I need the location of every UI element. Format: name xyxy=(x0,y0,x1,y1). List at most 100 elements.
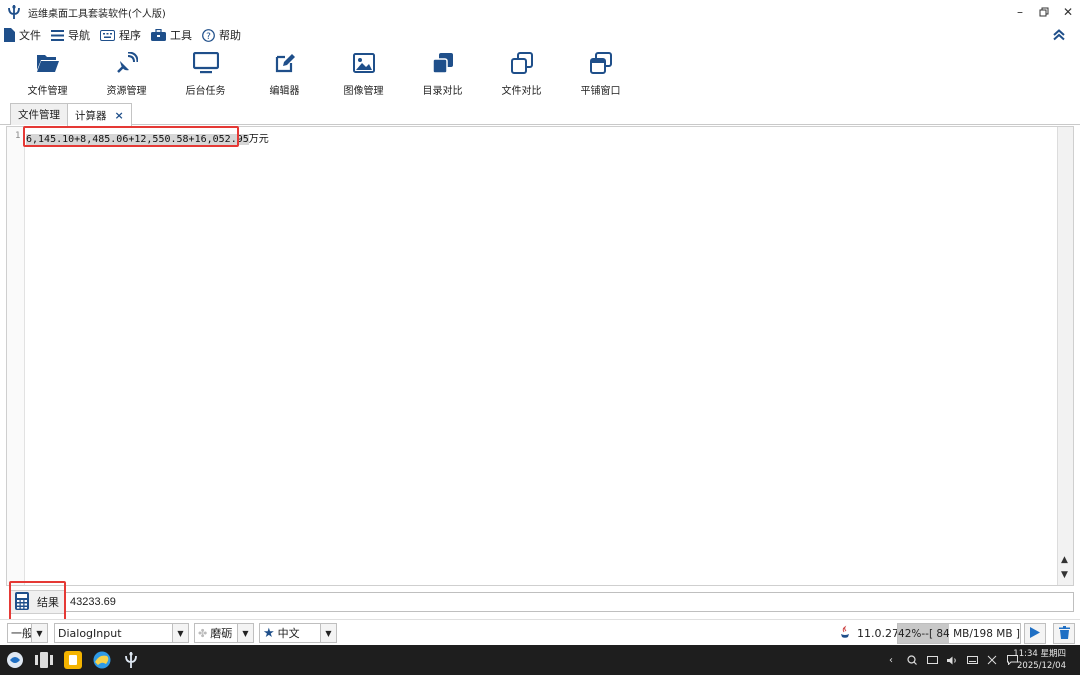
scroll-up-icon[interactable]: ▲ xyxy=(1061,555,1068,565)
theme-select[interactable]: ✤ 磨砺 ▼ xyxy=(194,623,254,643)
trash-icon xyxy=(1058,625,1070,642)
svg-text:?: ? xyxy=(206,31,211,41)
menu-file[interactable]: 文件 xyxy=(4,27,41,43)
help-icon: ? xyxy=(202,28,215,42)
clear-button[interactable] xyxy=(1053,623,1075,644)
line-number-gutter: 1 xyxy=(7,127,25,585)
tab-file-manager[interactable]: 文件管理 xyxy=(10,103,68,125)
font-select-value: DialogInput xyxy=(58,626,122,640)
expression-highlight-box xyxy=(23,126,239,147)
memory-usage-bar[interactable]: 42%--[ 84 MB/198 MB ] xyxy=(897,623,1021,644)
style-select-value: 一般 xyxy=(11,627,31,640)
chevron-down-icon[interactable]: ▼ xyxy=(31,624,47,642)
menu-help-label: 帮助 xyxy=(219,29,241,42)
app-logo-icon[interactable] xyxy=(122,651,140,669)
toolbar-image-manager-label: 图像管理 xyxy=(343,86,384,97)
volume-icon[interactable] xyxy=(945,653,959,667)
task-view-icon[interactable] xyxy=(35,651,53,669)
monitor-icon xyxy=(192,51,219,75)
result-highlight-box xyxy=(9,581,66,621)
calculator-editor[interactable]: 1 6,145.10+8,485.06+12,550.58+16,052.95万… xyxy=(6,126,1074,586)
scroll-down-icon[interactable]: ▼ xyxy=(1061,570,1068,580)
menu-tools[interactable]: 工具 xyxy=(151,27,192,43)
menu-program[interactable]: 程序 xyxy=(100,27,141,43)
run-button[interactable] xyxy=(1024,623,1046,644)
result-field[interactable]: 43233.69 xyxy=(64,592,1074,612)
image-icon xyxy=(351,51,377,75)
toolbar-dir-compare-label: 目录对比 xyxy=(422,86,463,97)
close-icon[interactable]: ✕ xyxy=(1056,0,1080,24)
toolbox-icon xyxy=(151,29,166,41)
system-clock[interactable]: 11:34 星期四 2025/12/04 xyxy=(1013,648,1066,672)
tile-windows-icon xyxy=(588,51,614,75)
os-taskbar: ‹ 11:34 星期四 2025/12/04 xyxy=(0,645,1080,675)
toolbar-background-tasks-label: 后台任务 xyxy=(185,86,226,97)
title-bar: 运维桌面工具套装软件(个人版) – ✕ xyxy=(0,0,1080,24)
vertical-scrollbar[interactable]: ▲ ▼ xyxy=(1057,127,1073,585)
font-select[interactable]: DialogInput ▼ xyxy=(54,623,189,643)
file-icon xyxy=(4,28,15,42)
line-number: 1 xyxy=(15,131,21,141)
toolbar-background-tasks[interactable]: 后台任务 xyxy=(166,46,245,100)
star-icon: ★ xyxy=(263,625,275,641)
menu-program-label: 程序 xyxy=(119,29,141,42)
menu-bar: 文件 导航 程序 工具 ? 帮助 xyxy=(0,24,1080,46)
play-icon xyxy=(1030,626,1040,641)
toolbar-resource-manager-label: 资源管理 xyxy=(106,86,147,97)
files-app-icon[interactable] xyxy=(64,651,82,669)
style-select[interactable]: 一般 ▼ xyxy=(7,623,48,643)
search-icon[interactable] xyxy=(905,653,919,667)
app-logo-icon xyxy=(8,5,20,19)
toolbar-tile-windows-label: 平铺窗口 xyxy=(580,86,621,97)
menu-help[interactable]: ? 帮助 xyxy=(202,27,241,43)
java-icon xyxy=(839,625,851,642)
toolbar-dir-compare[interactable]: 目录对比 xyxy=(403,46,482,100)
clock-time: 11:34 星期四 xyxy=(1013,649,1066,659)
clock-date: 2025/12/04 xyxy=(1017,661,1066,671)
language-select-value: 中文 xyxy=(277,627,300,640)
browser-icon[interactable] xyxy=(93,651,111,669)
tab-strip: 文件管理 计算器 × xyxy=(0,100,1080,126)
satellite-icon xyxy=(114,51,140,75)
toolbar-editor-label: 编辑器 xyxy=(269,86,300,97)
chevron-double-up-icon[interactable] xyxy=(1050,26,1068,44)
toolbar-file-compare-label: 文件对比 xyxy=(501,86,542,97)
maple-leaf-icon: ✤ xyxy=(198,626,208,640)
java-version-text: 11.0.27 xyxy=(857,627,899,640)
result-row: 结果 43233.69 xyxy=(6,589,1074,614)
overlap-squares-icon xyxy=(509,51,535,75)
memory-usage-text: 42%--[ 84 MB/198 MB ] xyxy=(898,627,1020,640)
toolbar-image-manager[interactable]: 图像管理 xyxy=(324,46,403,100)
network-icon[interactable] xyxy=(985,653,999,667)
folder-open-icon xyxy=(35,51,61,75)
chevron-down-icon[interactable]: ▼ xyxy=(172,624,188,642)
menu-tools-label: 工具 xyxy=(170,29,192,42)
tab-close-icon[interactable]: × xyxy=(115,109,124,122)
chevron-down-icon[interactable]: ▼ xyxy=(237,624,253,642)
chevron-left-icon[interactable]: ‹ xyxy=(886,653,896,667)
toolbar-tile-windows[interactable]: 平铺窗口 xyxy=(561,46,640,100)
keyboard-icon xyxy=(100,29,115,41)
keyboard-icon[interactable] xyxy=(965,653,979,667)
minimize-icon[interactable]: – xyxy=(1008,0,1032,24)
edit-icon xyxy=(272,51,298,75)
status-bar: 一般 ▼ DialogInput ▼ ✤ 磨砺 ▼ ★ 中文 ▼ 11.0.27… xyxy=(0,619,1080,645)
tab-file-manager-label: 文件管理 xyxy=(18,109,60,121)
toolbar-resource-manager[interactable]: 资源管理 xyxy=(87,46,166,100)
menu-file-label: 文件 xyxy=(19,29,41,42)
toolbar-editor[interactable]: 编辑器 xyxy=(245,46,324,100)
toolbar-file-compare[interactable]: 文件对比 xyxy=(482,46,561,100)
java-version: 11.0.27 xyxy=(839,625,899,642)
toolbar-file-manager[interactable]: 文件管理 xyxy=(8,46,87,100)
unit-suffix: 万元 xyxy=(248,134,269,145)
restore-icon[interactable] xyxy=(1032,0,1056,24)
tab-calculator-label: 计算器 xyxy=(75,109,107,122)
stacked-squares-icon xyxy=(430,51,456,75)
theme-select-value: 磨砺 xyxy=(210,627,233,640)
tab-calculator[interactable]: 计算器 × xyxy=(67,103,132,126)
screen-icon[interactable] xyxy=(925,653,939,667)
menu-navigate[interactable]: 导航 xyxy=(51,27,90,43)
chevron-down-icon[interactable]: ▼ xyxy=(320,624,336,642)
start-icon[interactable] xyxy=(6,651,24,669)
language-select[interactable]: ★ 中文 ▼ xyxy=(259,623,337,643)
